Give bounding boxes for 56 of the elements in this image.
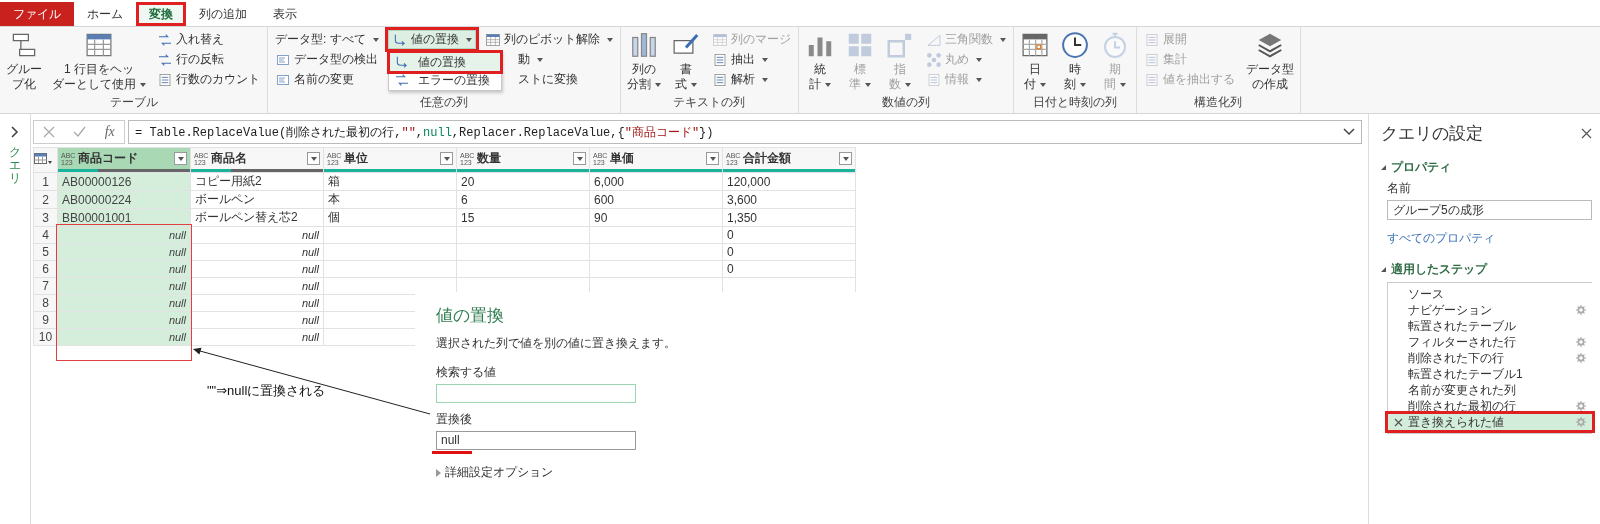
table-cell-text: null	[300, 229, 319, 241]
table-cell-text: null	[167, 331, 186, 343]
table-cell-text: null	[167, 280, 186, 292]
column-name: 数量	[477, 150, 503, 167]
table-cell: AB00000224	[62, 192, 132, 207]
group-label: 構造化列	[1193, 94, 1244, 111]
table-cell: 6,000	[594, 174, 625, 189]
table-cell-text: null	[167, 246, 186, 258]
column-name: 合計金額	[743, 150, 793, 167]
section-heading: 適用したステップ	[1391, 261, 1487, 278]
table-cell: 本	[328, 192, 340, 206]
table-cell-text: null	[300, 297, 319, 309]
dialog-title: 値の置換	[436, 305, 505, 327]
table-cell: 120,000	[727, 174, 771, 189]
table-cell-text: null	[167, 229, 186, 241]
field-label: 置換後	[436, 411, 473, 428]
table-cell-text: null	[300, 331, 319, 343]
column-name: 商品コード	[78, 150, 140, 167]
group-label: テーブル	[108, 94, 159, 111]
table-cell: 箱	[328, 174, 340, 188]
table-cell: 0	[727, 228, 734, 242]
dialog-description: 選択された列で値を別の値に置き換えます。	[436, 335, 677, 352]
annotation-text: ""⇒nullに置換される	[207, 382, 326, 400]
field-label: 名前	[1387, 180, 1412, 197]
table-cell: 0	[727, 262, 734, 276]
field-label: 検索する値	[436, 364, 497, 381]
table-cell: 20	[461, 174, 475, 189]
group-label: 数値の列	[880, 94, 931, 111]
table-cell-text: null	[167, 314, 186, 326]
column-name: 商品名	[211, 150, 249, 167]
table-cell: 個	[328, 210, 340, 224]
group-label: 日付と時刻の列	[1031, 94, 1118, 111]
group-label: テキストの列	[672, 94, 747, 111]
table-cell-text: null	[300, 280, 319, 292]
section-heading: プロパティ	[1391, 159, 1451, 176]
table-cell: 90	[594, 210, 608, 225]
column-name: 単価	[610, 150, 636, 167]
pane-title: クエリの設定	[1381, 123, 1483, 145]
table-cell: 1,350	[727, 210, 758, 225]
table-cell: ボールペン替え芯2	[195, 210, 298, 224]
table-cell: 0	[727, 245, 734, 259]
table-cell-text: null	[300, 263, 319, 275]
table-cell: コピー用紙2	[195, 174, 262, 188]
table-cell-text: null	[167, 263, 186, 275]
table-cell-text: null	[300, 314, 319, 326]
column-name: 単位	[344, 150, 370, 167]
table-cell: AB00000126	[62, 174, 132, 189]
table-cell-text: null	[167, 297, 186, 309]
table-cell: 15	[461, 210, 475, 225]
table-cell: BB00001001	[62, 210, 132, 225]
table-cell: ボールペン	[195, 192, 255, 206]
group-label: 任意の列	[418, 94, 469, 111]
table-cell: 3,600	[727, 192, 758, 207]
table-cell-text: null	[300, 246, 319, 258]
table-cell: 600	[594, 192, 615, 207]
table-cell: 6	[461, 192, 468, 207]
